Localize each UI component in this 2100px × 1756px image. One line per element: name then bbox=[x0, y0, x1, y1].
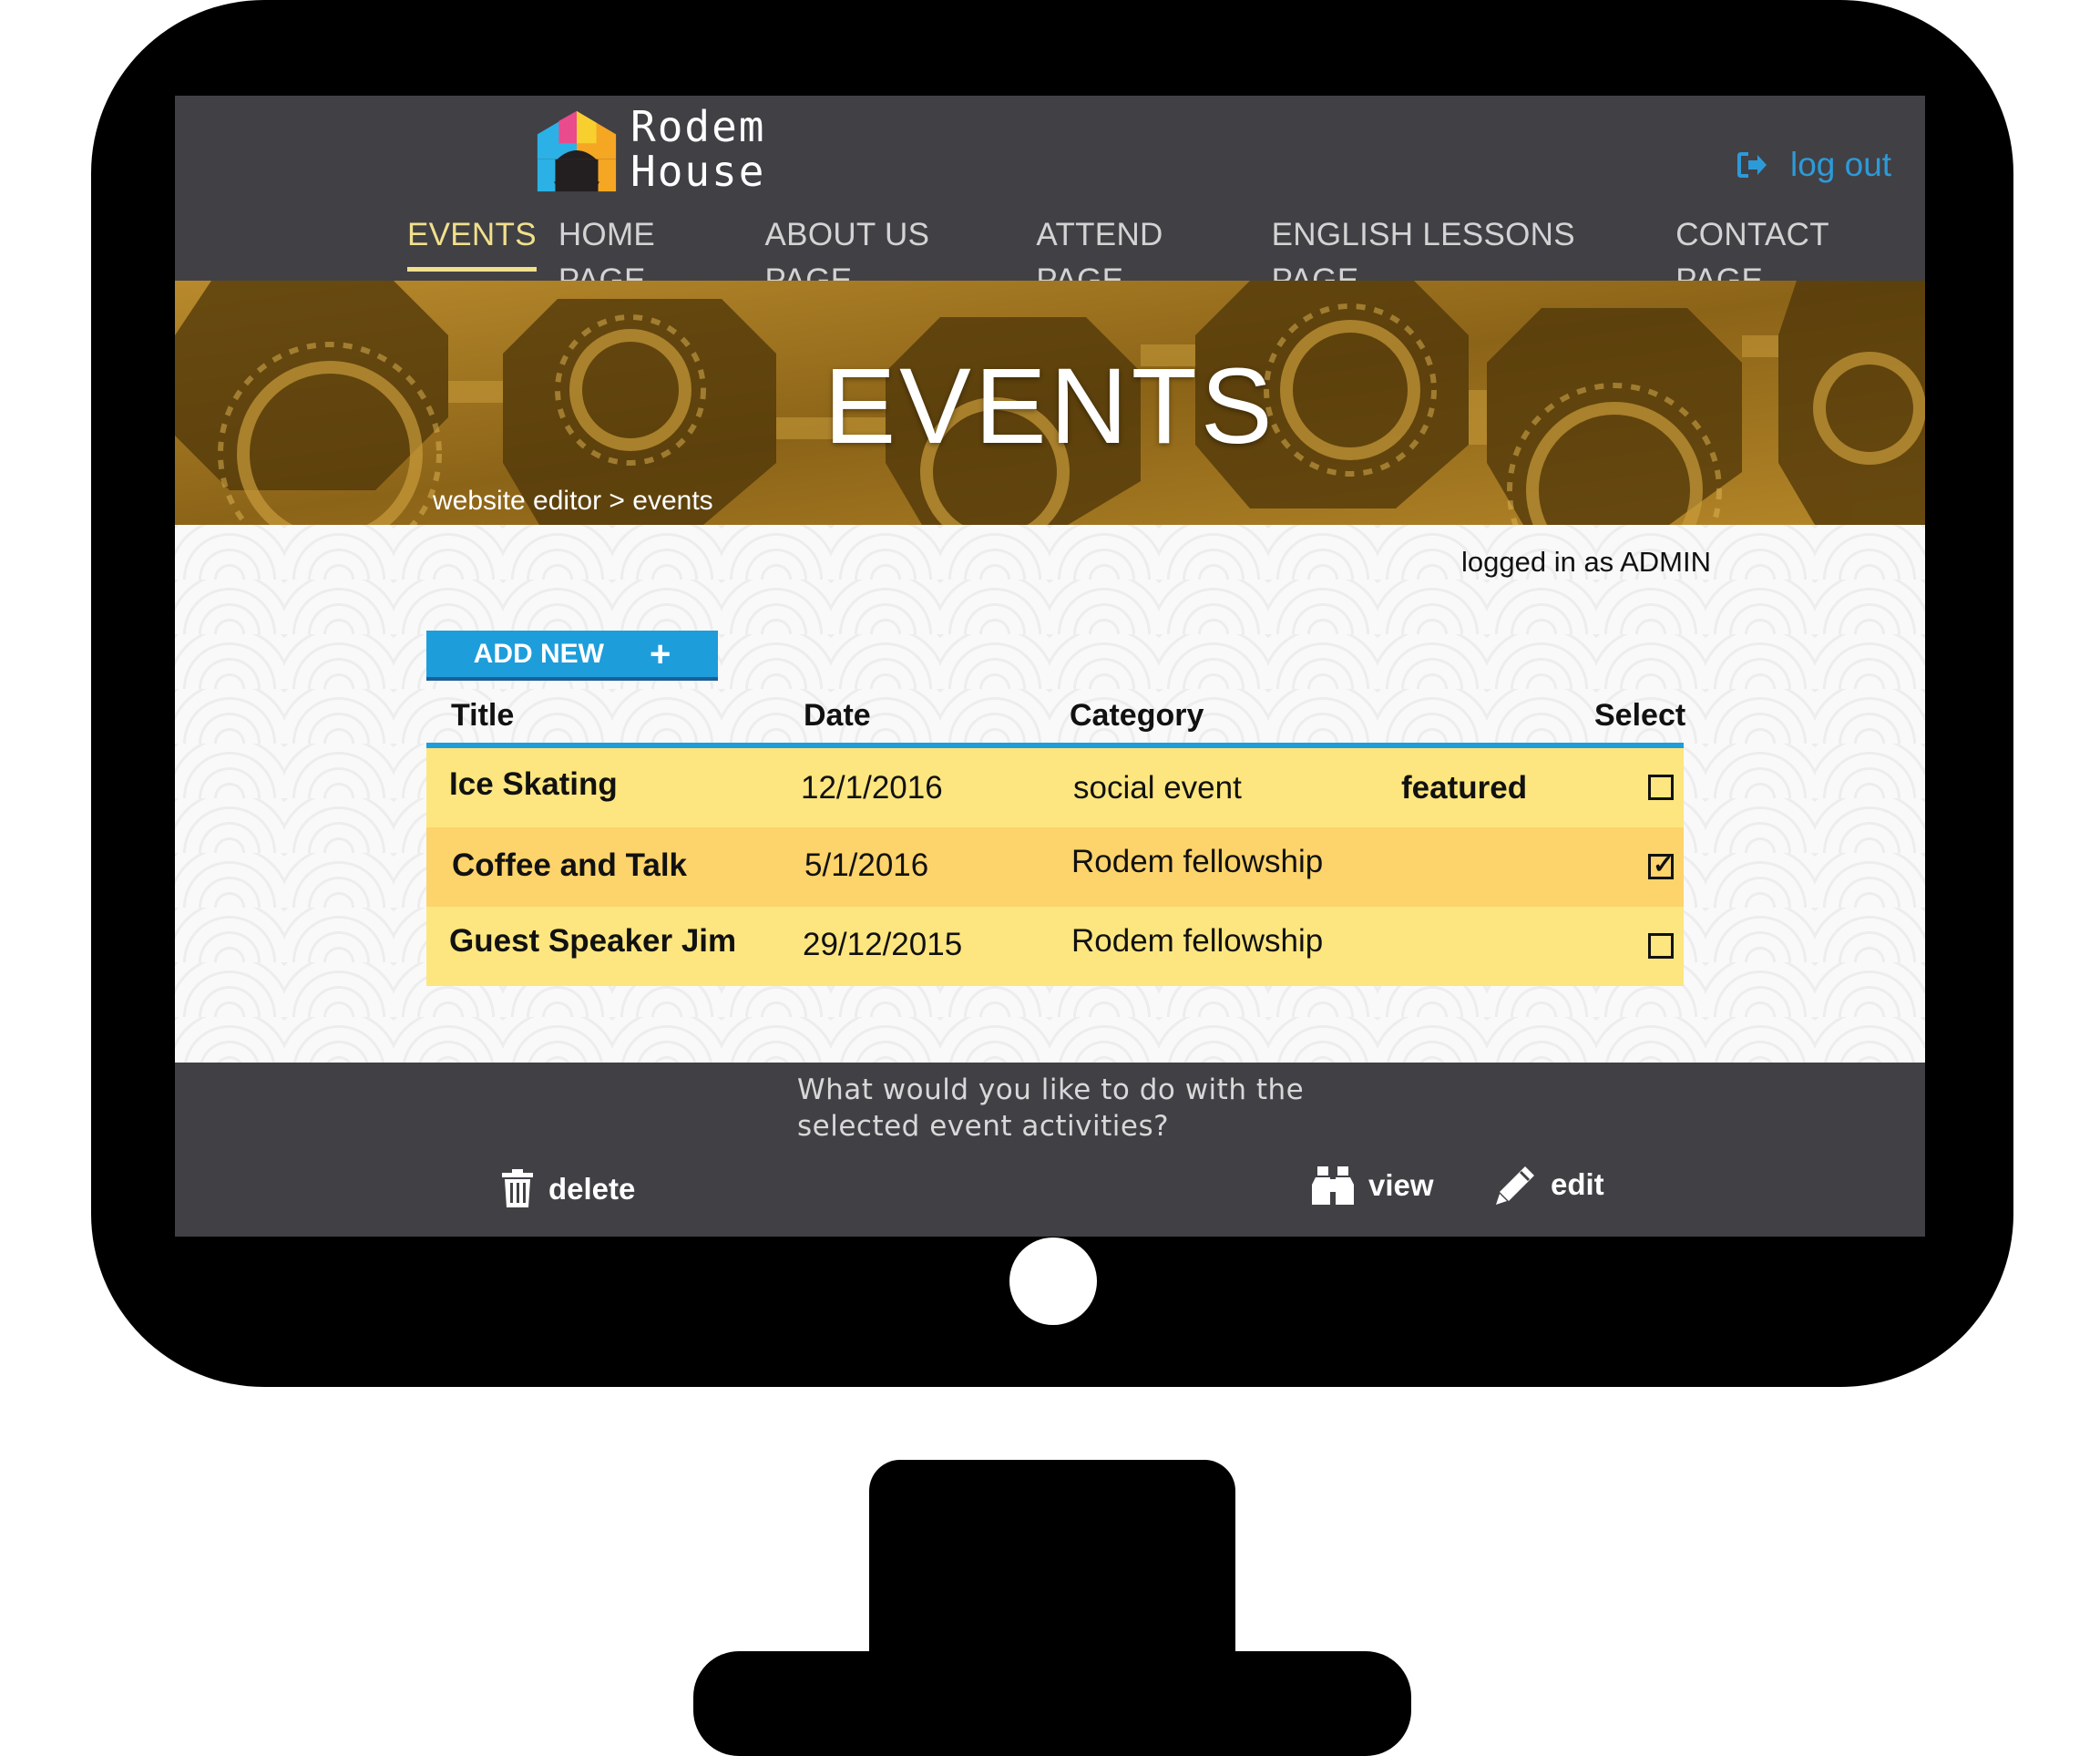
nav-item-about-us-page[interactable]: ABOUT US PAGE bbox=[754, 212, 1026, 298]
column-header-category: Category bbox=[1070, 698, 1204, 733]
monitor-home-button bbox=[1009, 1237, 1097, 1325]
event-title: Guest Speaker Jim bbox=[449, 923, 737, 959]
main-content: logged in as ADMIN ADD NEW + Title Date … bbox=[175, 525, 1925, 1063]
logout-link[interactable]: log out bbox=[1737, 146, 1891, 184]
nav-item-english-lessons-page[interactable]: ENGLISH LESSONS PAGE bbox=[1261, 212, 1665, 298]
event-category: Rodem fellowship bbox=[1071, 844, 1324, 879]
event-title: Ice Skating bbox=[449, 766, 618, 802]
logout-icon bbox=[1737, 152, 1767, 178]
delete-label: delete bbox=[548, 1172, 636, 1206]
bulk-action-prompt: What would you like to do with the selec… bbox=[797, 1073, 1305, 1143]
monitor-stand-neck bbox=[869, 1460, 1235, 1679]
brand-line-2: House bbox=[630, 147, 766, 196]
add-new-button[interactable]: ADD NEW + bbox=[426, 631, 718, 681]
brand-name: Rodem House bbox=[630, 105, 765, 194]
event-category: social event bbox=[1073, 770, 1242, 806]
nav-item-events[interactable]: EVENTS bbox=[396, 212, 548, 281]
table-row[interactable]: Ice Skating 12/1/2016 social event featu… bbox=[426, 748, 1684, 827]
logged-in-status: logged in as ADMIN bbox=[1461, 546, 1711, 578]
view-label: view bbox=[1368, 1168, 1434, 1202]
event-date: 5/1/2016 bbox=[804, 847, 929, 883]
binoculars-icon bbox=[1312, 1166, 1354, 1205]
brand-line-1: Rodem bbox=[630, 102, 766, 151]
featured-badge: featured bbox=[1401, 770, 1528, 806]
event-date: 29/12/2015 bbox=[803, 927, 963, 962]
nav-item-home-page[interactable]: HOME PAGE bbox=[548, 212, 754, 298]
view-button[interactable]: view bbox=[1312, 1165, 1434, 1207]
table-row[interactable]: Coffee and Talk 5/1/2016 Rodem fellowshi… bbox=[426, 827, 1684, 907]
column-header-select: Select bbox=[1594, 698, 1686, 733]
screen: Rodem House log out EVENTS HOME PAGE ABO… bbox=[175, 96, 1925, 1237]
table-header: Title Date Category Select bbox=[426, 684, 1686, 748]
main-nav: EVENTS HOME PAGE ABOUT US PAGE ATTEND PA… bbox=[396, 212, 1925, 298]
event-date: 12/1/2016 bbox=[801, 770, 943, 806]
event-title: Coffee and Talk bbox=[452, 847, 688, 883]
plus-icon: + bbox=[649, 633, 671, 674]
edit-button[interactable]: edit bbox=[1496, 1165, 1604, 1205]
column-header-title: Title bbox=[451, 698, 515, 733]
pencil-icon bbox=[1496, 1166, 1534, 1205]
breadcrumb[interactable]: website editor > events bbox=[433, 486, 713, 517]
edit-label: edit bbox=[1551, 1167, 1604, 1201]
table-row[interactable]: Guest Speaker Jim 29/12/2015 Rodem fello… bbox=[426, 907, 1684, 986]
add-new-label: ADD NEW bbox=[473, 638, 604, 669]
select-checkbox[interactable] bbox=[1648, 775, 1674, 800]
logout-label: log out bbox=[1790, 146, 1892, 183]
nav-label-events: EVENTS bbox=[407, 215, 537, 272]
select-checkbox[interactable] bbox=[1648, 933, 1674, 959]
rodem-house-logo[interactable] bbox=[532, 108, 621, 197]
bulk-action-bar: What would you like to do with the selec… bbox=[175, 1063, 1925, 1237]
top-header: Rodem House log out EVENTS HOME PAGE ABO… bbox=[175, 96, 1925, 298]
trash-icon bbox=[502, 1169, 533, 1207]
page-title: EVENTS bbox=[824, 346, 1276, 467]
nav-item-attend-page[interactable]: ATTEND PAGE bbox=[1025, 212, 1260, 298]
nav-item-contact-page[interactable]: CONTACT PAGE bbox=[1665, 212, 1925, 298]
delete-button[interactable]: delete bbox=[501, 1169, 635, 1209]
hero-banner: EVENTS website editor > events bbox=[175, 281, 1925, 525]
select-checkbox[interactable] bbox=[1648, 849, 1674, 879]
event-category: Rodem fellowship bbox=[1071, 923, 1324, 959]
column-header-date: Date bbox=[804, 698, 871, 733]
monitor-stand-base bbox=[693, 1651, 1411, 1756]
